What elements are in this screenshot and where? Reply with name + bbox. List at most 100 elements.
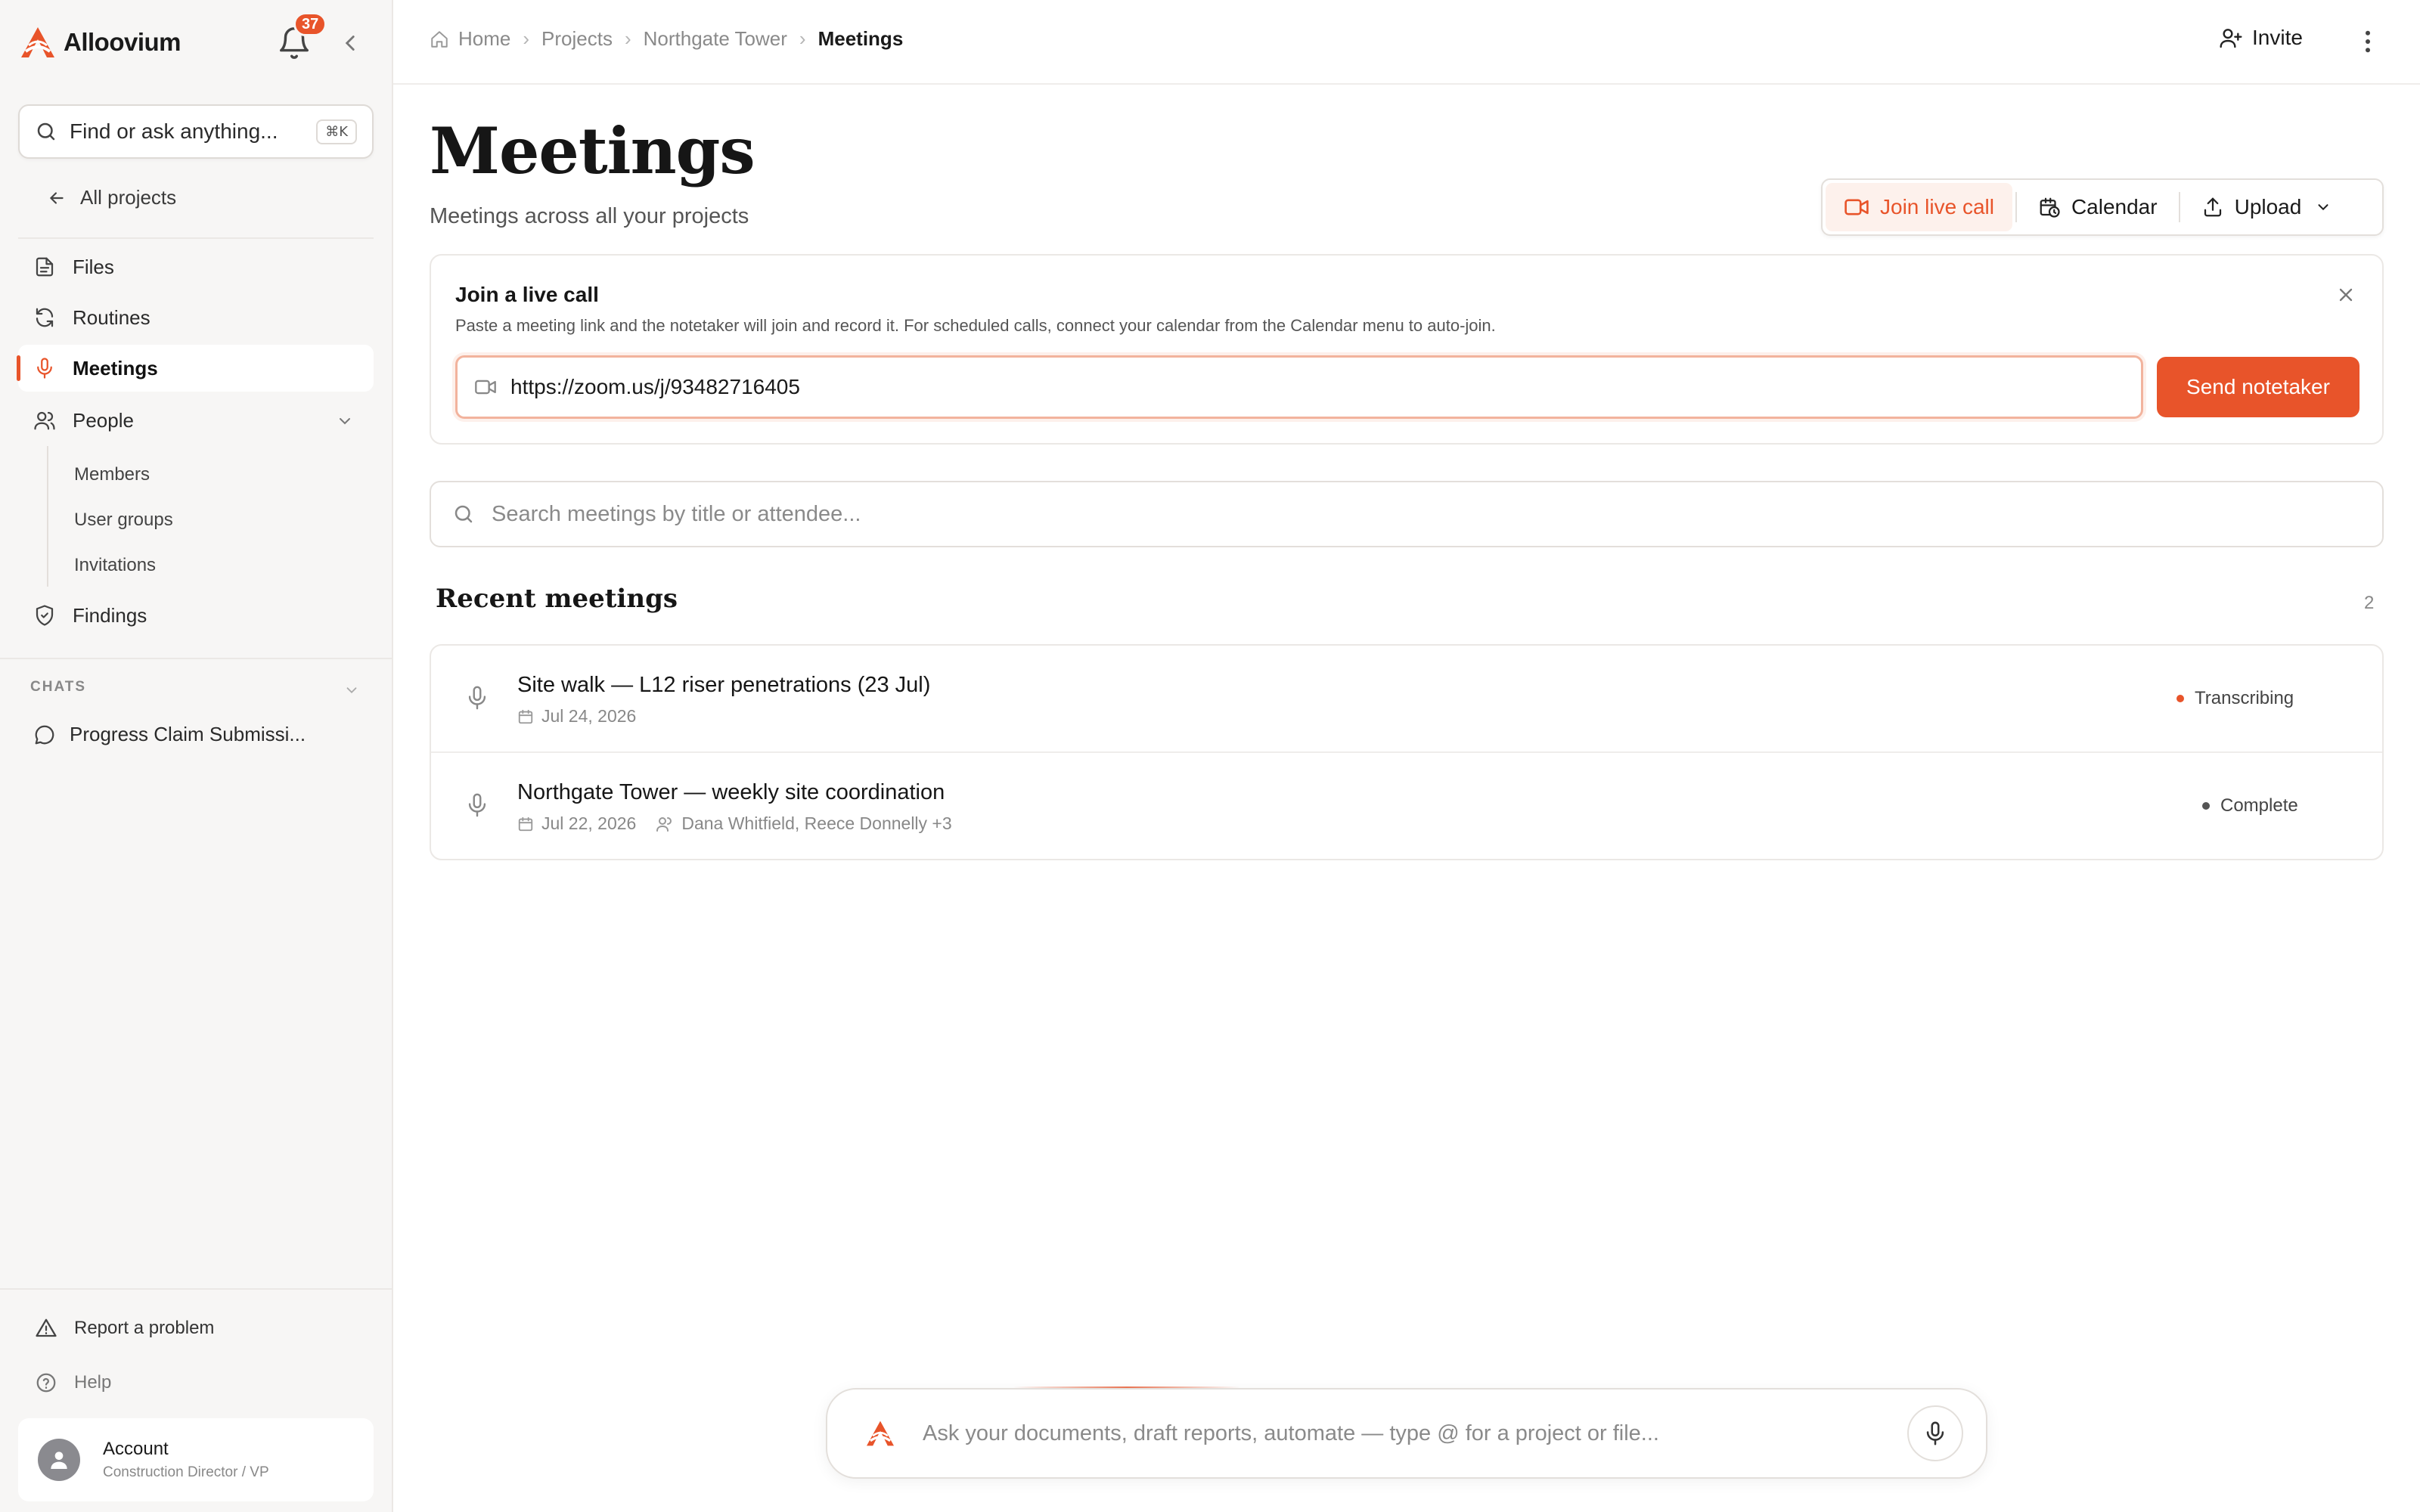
- brand-name: Alloovium: [64, 28, 182, 56]
- invite-label: Invite: [2252, 26, 2303, 49]
- divider: [2015, 192, 2017, 222]
- mic-icon: [464, 685, 490, 711]
- breadcrumb-project[interactable]: Northgate Tower: [644, 27, 787, 51]
- meetings-list: Site walk — L12 riser penetrations (23 J…: [430, 644, 2384, 860]
- sidebar: Alloovium 37 Find or ask anything... ⌘K …: [0, 0, 393, 1512]
- table-row[interactable]: Northgate Tower — weekly site coordinati…: [431, 751, 2382, 857]
- meeting-meta: Jul 22, 2026 Dana Whitfield, Reece Donne…: [517, 813, 952, 834]
- mic-icon: [464, 792, 490, 818]
- calendar-icon: [517, 708, 534, 725]
- all-projects-label: All projects: [80, 186, 177, 209]
- video-icon: [474, 377, 497, 397]
- home-icon[interactable]: [430, 29, 449, 49]
- all-projects-link[interactable]: All projects: [33, 186, 176, 209]
- upload-icon: [2201, 196, 2224, 218]
- sidebar-item-routines[interactable]: Routines: [18, 294, 374, 341]
- breadcrumb-projects[interactable]: Projects: [541, 27, 613, 51]
- mic-icon: [33, 357, 56, 380]
- account-card[interactable]: Account Construction Director / VP: [18, 1418, 374, 1501]
- users-icon: [33, 409, 56, 432]
- sidebar-item-label: Routines: [73, 305, 150, 329]
- meeting-actions: Join live call Calendar Upload: [1821, 178, 2384, 236]
- sidebar-search[interactable]: Find or ask anything... ⌘K: [18, 104, 374, 159]
- account-role: Construction Director / VP: [103, 1464, 269, 1480]
- recent-meetings-count: 2: [2364, 593, 2375, 613]
- sidebar-subitem-invitations[interactable]: Invitations: [74, 555, 156, 576]
- search-icon: [452, 503, 475, 525]
- report-problem-link[interactable]: Report a problem: [35, 1317, 214, 1340]
- chat-item[interactable]: Progress Claim Submissi...: [33, 723, 306, 746]
- meeting-date: Jul 22, 2026: [541, 813, 637, 833]
- sidebar-subitem-user-groups[interactable]: User groups: [74, 510, 173, 531]
- voice-input-button[interactable]: [1907, 1405, 1963, 1461]
- sidebar-subitem-members[interactable]: Members: [74, 464, 150, 485]
- sidebar-item-files[interactable]: Files: [18, 243, 374, 290]
- composer-placeholder: Ask your documents, draft reports, autom…: [923, 1421, 1659, 1445]
- calendar-clock-icon: [2038, 196, 2061, 218]
- meeting-title: Site walk — L12 riser penetrations (23 J…: [517, 673, 931, 697]
- chevron-right-icon: ›: [624, 27, 631, 50]
- table-row[interactable]: Site walk — L12 riser penetrations (23 J…: [431, 646, 2382, 751]
- user-plus-icon: [2219, 26, 2243, 50]
- divider: [0, 658, 392, 659]
- subnav-guide: [47, 446, 48, 587]
- divider: [18, 237, 374, 239]
- arrow-left-icon: [47, 188, 67, 208]
- video-icon: [1844, 196, 1869, 218]
- breadcrumb-home[interactable]: Home: [458, 27, 510, 51]
- chevron-right-icon: ›: [799, 27, 806, 50]
- sidebar-item-meetings[interactable]: Meetings: [17, 345, 374, 392]
- calendar-label: Calendar: [2071, 195, 2158, 218]
- sidebar-item-findings[interactable]: Findings: [18, 592, 374, 639]
- meeting-link-value: https://zoom.us/j/93482716405: [510, 375, 800, 398]
- calendar-button[interactable]: Calendar: [2020, 183, 2176, 231]
- chevron-down-icon[interactable]: [343, 682, 360, 699]
- meeting-attendees: Dana Whitfield, Reece Donnelly +3: [681, 813, 952, 833]
- close-icon[interactable]: [2335, 284, 2356, 305]
- sidebar-search-placeholder: Find or ask anything...: [70, 119, 278, 143]
- recent-meetings-title: Recent meetings: [436, 584, 678, 614]
- sidebar-item-people[interactable]: People: [18, 397, 374, 444]
- breadcrumb: Home › Projects › Northgate Tower › Meet…: [430, 27, 903, 51]
- shield-check-icon: [33, 604, 56, 627]
- avatar: [38, 1439, 80, 1481]
- account-name: Account: [103, 1439, 169, 1459]
- status-label: Complete: [2220, 795, 2298, 816]
- status-dot: [2176, 695, 2184, 702]
- brand[interactable]: Alloovium: [20, 23, 182, 62]
- refresh-icon: [33, 306, 56, 329]
- mic-icon: [1922, 1421, 1948, 1446]
- chevron-down-icon[interactable]: [336, 412, 354, 430]
- users-icon: [656, 815, 674, 833]
- upload-label: Upload: [2234, 195, 2302, 218]
- meeting-meta: Jul 24, 2026: [517, 706, 636, 727]
- help-circle-icon: [35, 1371, 57, 1394]
- sidebar-footer: Report a problem Help Account Constructi…: [0, 1288, 392, 1512]
- join-live-call-label: Join live call: [1880, 195, 1994, 218]
- chat-bubble-icon: [33, 723, 56, 746]
- more-vertical-icon[interactable]: [2356, 27, 2379, 56]
- help-link[interactable]: Help: [35, 1371, 111, 1394]
- meeting-search-input[interactable]: Search meetings by title or attendee...: [430, 481, 2384, 547]
- send-notetaker-button[interactable]: Send notetaker: [2157, 357, 2360, 417]
- sidebar-item-label: Findings: [73, 603, 147, 627]
- chats-header: CHATS: [30, 679, 87, 695]
- file-icon: [33, 256, 56, 278]
- meeting-link-input[interactable]: https://zoom.us/j/93482716405: [455, 355, 2143, 419]
- alloovium-logo-icon: [865, 1420, 895, 1447]
- live-call-description: Paste a meeting link and the notetaker w…: [455, 316, 1496, 335]
- chat-composer[interactable]: Ask your documents, draft reports, autom…: [826, 1388, 1987, 1479]
- status-label: Transcribing: [2195, 688, 2294, 708]
- status-badge: Transcribing: [2176, 688, 2294, 709]
- join-live-call-button[interactable]: Join live call: [1826, 183, 2012, 231]
- search-icon: [35, 120, 57, 143]
- invite-button[interactable]: Invite: [2219, 26, 2303, 50]
- status-badge: Complete: [2202, 795, 2298, 816]
- notification-badge: 37: [293, 12, 327, 36]
- report-problem-label: Report a problem: [74, 1318, 215, 1338]
- page-title: Meetings: [430, 113, 755, 188]
- collapse-sidebar-icon[interactable]: [337, 30, 363, 56]
- upload-button[interactable]: Upload: [2183, 183, 2350, 231]
- meeting-search-placeholder: Search meetings by title or attendee...: [492, 501, 861, 526]
- calendar-icon: [517, 816, 534, 832]
